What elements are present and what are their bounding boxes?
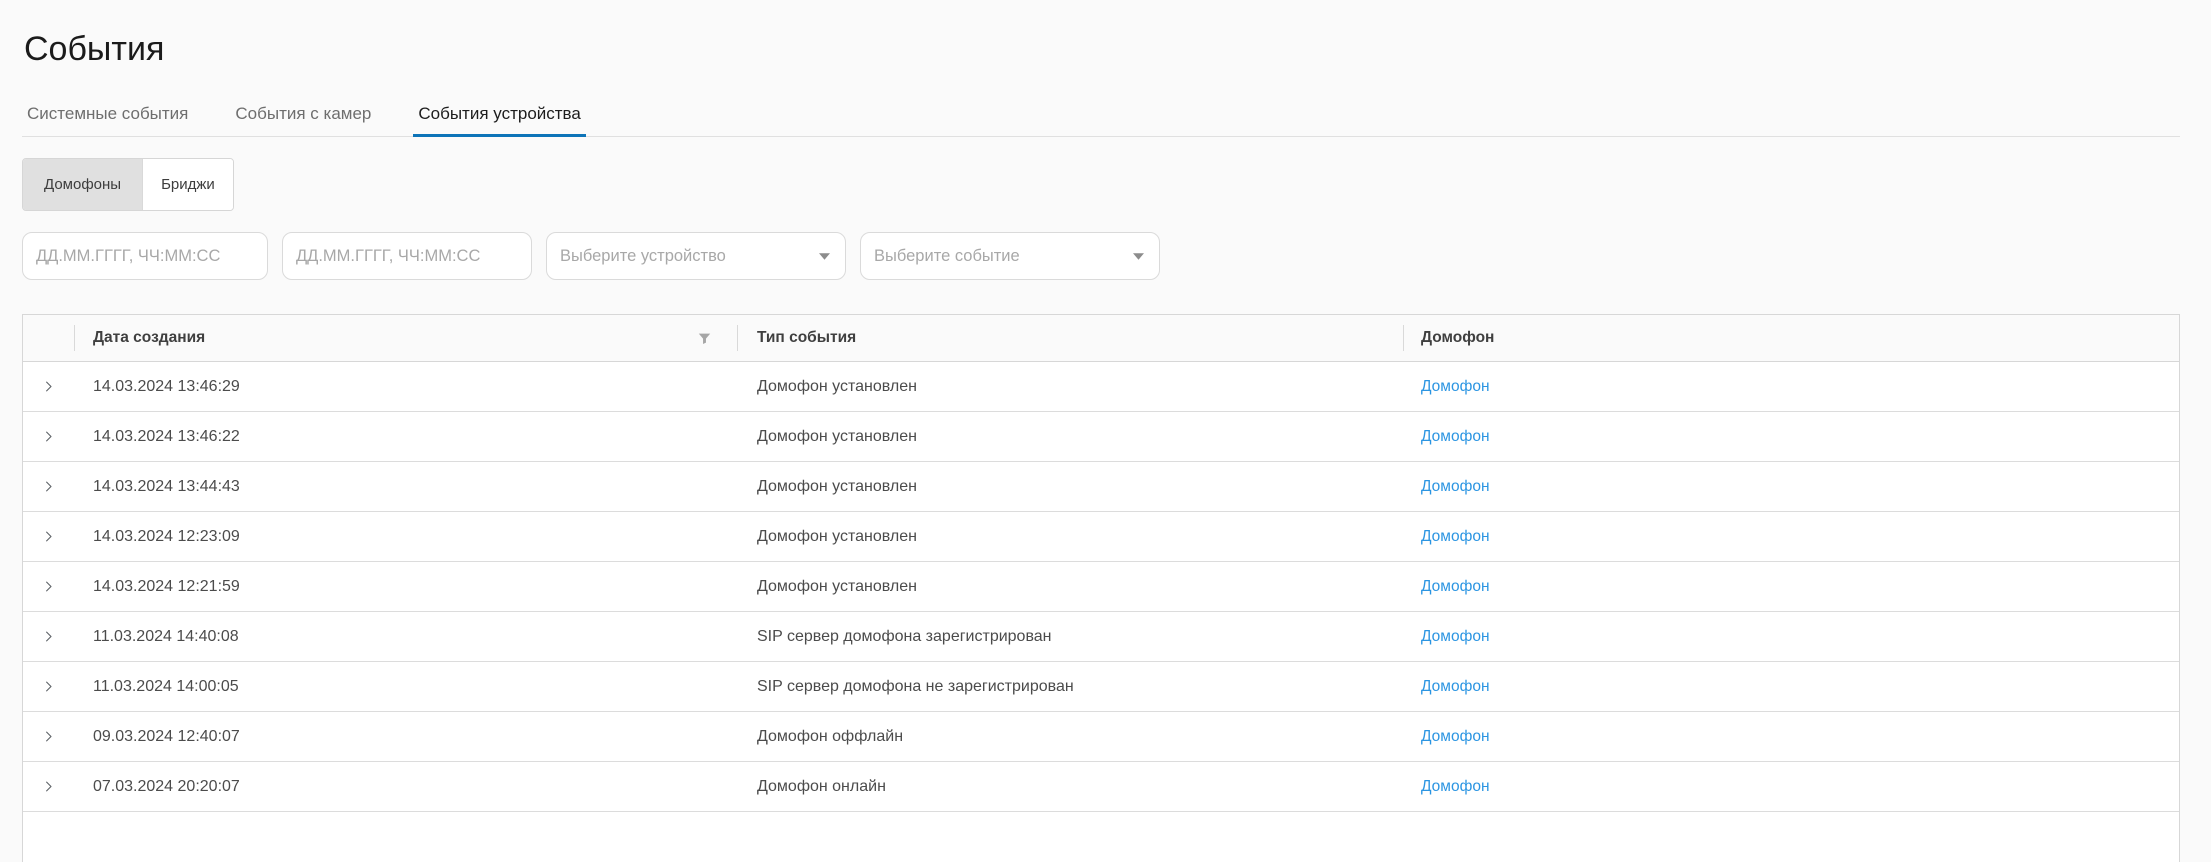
expand-cell <box>23 679 74 694</box>
toggle-bridges[interactable]: Бриджи <box>142 159 233 210</box>
expand-cell <box>23 779 74 794</box>
table-row: 11.03.2024 14:00:05 SIP сервер домофона … <box>23 662 2179 712</box>
tab-bar: Системные события События с камер Событи… <box>22 104 2180 137</box>
cell-date: 14.03.2024 13:46:29 <box>74 378 737 396</box>
cell-date: 11.03.2024 14:40:08 <box>74 628 737 646</box>
expand-cell <box>23 579 74 594</box>
chevron-right-icon[interactable] <box>41 479 56 494</box>
event-select-value: Выберите событие <box>874 247 1020 266</box>
device-link[interactable]: Домофон <box>1421 428 1490 445</box>
funnel-filter-icon[interactable] <box>698 332 711 345</box>
header-date-label: Дата создания <box>93 329 205 347</box>
cell-device: Домофон <box>1403 578 2179 596</box>
cell-event-type: Домофон установлен <box>737 478 1403 496</box>
device-select-value: Выберите устройство <box>560 247 726 266</box>
cell-device: Домофон <box>1403 678 2179 696</box>
cell-device: Домофон <box>1403 428 2179 446</box>
table-row-partial <box>23 812 2179 862</box>
expand-cell <box>23 729 74 744</box>
table-row: 14.03.2024 13:46:29 Домофон установлен Д… <box>23 362 2179 412</box>
cell-device: Домофон <box>1403 478 2179 496</box>
table-row: 14.03.2024 12:21:59 Домофон установлен Д… <box>23 562 2179 612</box>
cell-device: Домофон <box>1403 528 2179 546</box>
device-type-toggle: Домофоны Бриджи <box>22 158 234 211</box>
tab-system-events[interactable]: Системные события <box>22 104 193 136</box>
expand-cell <box>23 479 74 494</box>
header-type-column: Тип события <box>737 315 1403 361</box>
cell-event-type: Домофон установлен <box>737 528 1403 546</box>
device-link[interactable]: Домофон <box>1421 678 1490 695</box>
table-row: 14.03.2024 13:44:43 Домофон установлен Д… <box>23 462 2179 512</box>
cell-device: Домофон <box>1403 378 2179 396</box>
chevron-right-icon[interactable] <box>41 429 56 444</box>
cell-device: Домофон <box>1403 628 2179 646</box>
header-device-column: Домофон <box>1403 315 2179 361</box>
tab-device-events[interactable]: События устройства <box>413 104 585 136</box>
expand-cell <box>23 529 74 544</box>
cell-date: 11.03.2024 14:00:05 <box>74 678 737 696</box>
table-row: 14.03.2024 12:23:09 Домофон установлен Д… <box>23 512 2179 562</box>
table-body: 14.03.2024 13:46:29 Домофон установлен Д… <box>23 362 2179 862</box>
cell-event-type: Домофон оффлайн <box>737 728 1403 746</box>
header-date-column: Дата создания <box>74 315 737 361</box>
events-table: Дата создания Тип события Домофон 14.03.… <box>22 314 2180 862</box>
device-link[interactable]: Домофон <box>1421 628 1490 645</box>
chevron-right-icon[interactable] <box>41 629 56 644</box>
expand-cell <box>23 379 74 394</box>
chevron-right-icon[interactable] <box>41 679 56 694</box>
chevron-right-icon[interactable] <box>41 379 56 394</box>
table-row: 11.03.2024 14:40:08 SIP сервер домофона … <box>23 612 2179 662</box>
event-select[interactable]: Выберите событие <box>860 232 1160 280</box>
device-link[interactable]: Домофон <box>1421 478 1490 495</box>
cell-device: Домофон <box>1403 778 2179 796</box>
cell-event-type: Домофон установлен <box>737 378 1403 396</box>
cell-device: Домофон <box>1403 728 2179 746</box>
chevron-right-icon[interactable] <box>41 729 56 744</box>
page-title: События <box>24 30 2180 68</box>
cell-event-type: Домофон установлен <box>737 428 1403 446</box>
device-select[interactable]: Выберите устройство <box>546 232 846 280</box>
device-link[interactable]: Домофон <box>1421 778 1490 795</box>
chevron-right-icon[interactable] <box>41 529 56 544</box>
device-link[interactable]: Домофон <box>1421 528 1490 545</box>
chevron-right-icon[interactable] <box>41 579 56 594</box>
cell-date: 07.03.2024 20:20:07 <box>74 778 737 796</box>
table-header: Дата создания Тип события Домофон <box>23 315 2179 362</box>
chevron-right-icon[interactable] <box>41 779 56 794</box>
cell-date: 09.03.2024 12:40:07 <box>74 728 737 746</box>
cell-event-type: Домофон установлен <box>737 578 1403 596</box>
table-row: 09.03.2024 12:40:07 Домофон оффлайн Домо… <box>23 712 2179 762</box>
device-link[interactable]: Домофон <box>1421 578 1490 595</box>
cell-date: 14.03.2024 12:21:59 <box>74 578 737 596</box>
cell-date: 14.03.2024 13:46:22 <box>74 428 737 446</box>
tab-camera-events[interactable]: События с камер <box>230 104 376 136</box>
expand-cell <box>23 629 74 644</box>
device-link[interactable]: Домофон <box>1421 728 1490 745</box>
filters-row: Выберите устройство Выберите событие <box>22 232 2180 280</box>
table-row: 07.03.2024 20:20:07 Домофон онлайн Домоф… <box>23 762 2179 812</box>
date-from-input[interactable] <box>22 232 268 280</box>
cell-event-type: SIP сервер домофона не зарегистрирован <box>737 678 1403 696</box>
caret-down-icon <box>819 253 830 260</box>
date-to-input[interactable] <box>282 232 532 280</box>
cell-date: 14.03.2024 13:44:43 <box>74 478 737 496</box>
cell-event-type: Домофон онлайн <box>737 778 1403 796</box>
expand-cell <box>23 429 74 444</box>
device-link[interactable]: Домофон <box>1421 378 1490 395</box>
header-expand-column <box>23 315 74 361</box>
cell-date: 14.03.2024 12:23:09 <box>74 528 737 546</box>
cell-event-type: SIP сервер домофона зарегистрирован <box>737 628 1403 646</box>
caret-down-icon <box>1133 253 1144 260</box>
table-row: 14.03.2024 13:46:22 Домофон установлен Д… <box>23 412 2179 462</box>
toggle-intercoms[interactable]: Домофоны <box>23 159 142 210</box>
events-page: События Системные события События с каме… <box>22 30 2180 862</box>
